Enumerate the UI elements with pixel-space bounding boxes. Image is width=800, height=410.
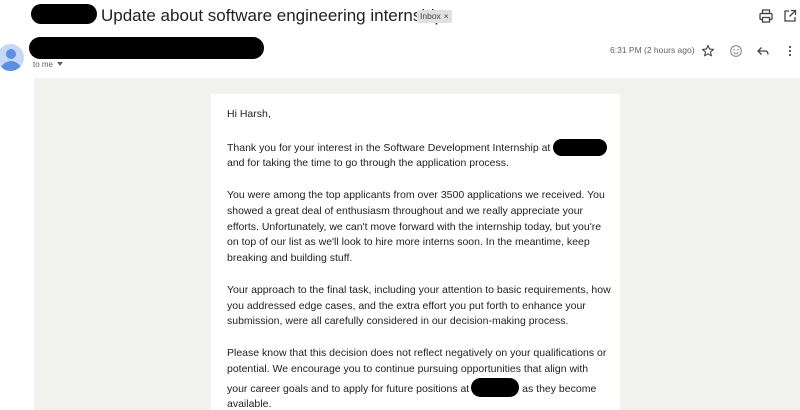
email-timestamp: 6:31 PM (2 hours ago) (610, 45, 695, 55)
redacted-sender-name (29, 37, 264, 59)
avatar-shoulders (0, 61, 22, 71)
emoji-reaction-icon[interactable] (729, 44, 743, 58)
paragraph-3: Your approach to the final task, includi… (227, 283, 611, 328)
paragraph-2: You were among the top applicants from o… (227, 188, 605, 265)
remove-label-button[interactable]: × (444, 11, 449, 21)
recipient-line: to me (33, 60, 54, 69)
message-text: Hi Harsh, Thank you for your interest in… (227, 107, 611, 410)
greeting: Hi Harsh, (227, 108, 271, 120)
message-card: Hi Harsh, Thank you for your interest in… (211, 94, 620, 410)
label-text: Inbox (420, 11, 441, 21)
redacted-company-name (553, 138, 608, 156)
paragraph-1-start: Thank you for your interest in the Softw… (227, 141, 551, 154)
redacted-subject-prefix (31, 4, 97, 24)
reply-icon[interactable] (756, 44, 770, 58)
paragraph-1-end: and for taking the time to go through th… (227, 157, 509, 170)
email-subject: Update about software engineering intern… (101, 6, 445, 25)
subject-row: Update about software engineering intern… (0, 0, 800, 34)
star-icon[interactable] (701, 44, 715, 58)
avatar-head (6, 49, 16, 59)
sender-avatar-icon[interactable] (0, 44, 24, 71)
redacted-company-name (471, 377, 520, 397)
chevron-down-icon (57, 62, 64, 66)
more-vertical-icon[interactable] (783, 44, 797, 58)
recipient-details-toggle[interactable]: to me (33, 60, 64, 69)
inbox-label-chip[interactable]: Inbox × (417, 10, 452, 23)
paragraph-1: Thank you for your interest in the Softw… (227, 138, 611, 173)
print-icon[interactable] (758, 8, 774, 24)
paragraph-4: Please know that this decision does not … (227, 346, 611, 410)
open-in-new-window-icon[interactable] (782, 8, 798, 24)
